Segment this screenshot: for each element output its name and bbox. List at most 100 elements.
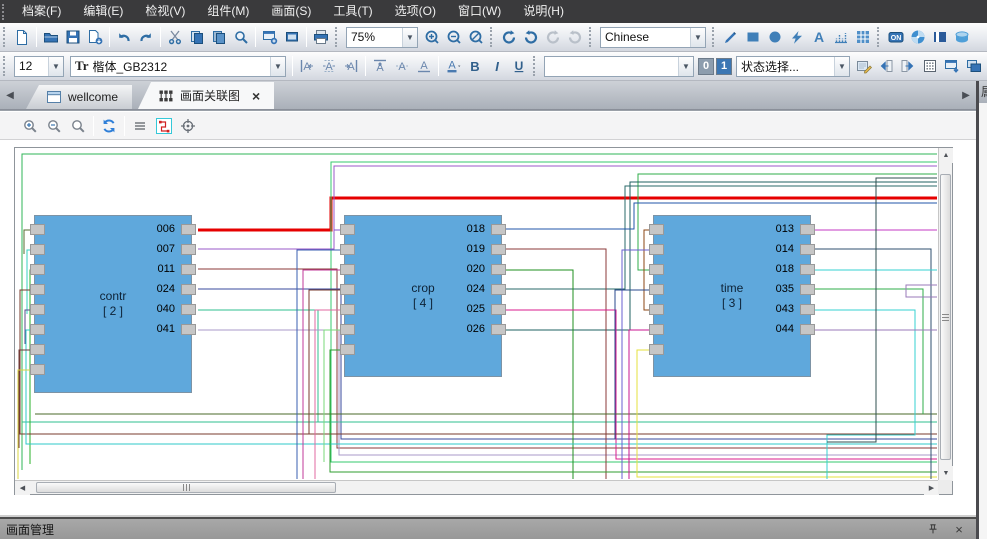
rotate-cw-disabled-icon[interactable] <box>542 26 564 48</box>
block-crop-right-pin-018[interactable] <box>491 224 506 235</box>
bold-icon[interactable]: B <box>464 55 486 77</box>
horizontal-scrollbar[interactable]: ◀ ▶ <box>15 480 939 494</box>
dzoom-out-icon[interactable] <box>43 115 65 137</box>
menu-item-8[interactable]: 窗口(W) <box>447 0 512 23</box>
bar-part-icon[interactable] <box>929 26 951 48</box>
font-color-icon[interactable]: A <box>442 55 464 77</box>
block-contr-left-pin-3[interactable] <box>30 264 45 275</box>
draw-table-icon[interactable] <box>852 26 874 48</box>
screen-open-icon[interactable] <box>281 26 303 48</box>
menu-item-3[interactable]: 检视(V) <box>134 0 196 23</box>
toolbar-main-grip[interactable] <box>490 27 495 47</box>
block-time-right-pin-018[interactable] <box>800 264 815 275</box>
block-time-right-pin-013[interactable] <box>800 224 815 235</box>
block-contr-left-pin-1[interactable] <box>30 224 45 235</box>
menu-item-9[interactable]: 说明(H) <box>512 0 575 23</box>
rotate-ccw-icon[interactable] <box>520 26 542 48</box>
align-top-icon[interactable]: A <box>369 55 391 77</box>
tab-scroll-right-button[interactable]: ▶ <box>958 85 974 105</box>
block-contr-right-pin-040[interactable] <box>181 304 196 315</box>
chevron-down-icon[interactable]: ▼ <box>678 57 693 76</box>
menu-item-1[interactable]: 档案(F) <box>11 0 72 23</box>
draw-line-icon[interactable] <box>720 26 742 48</box>
block-contr-left-pin-6[interactable] <box>30 324 45 335</box>
tab-scroll-left-button[interactable]: ◀ <box>2 85 18 105</box>
block-crop[interactable]: crop[ 4 ] <box>344 215 502 377</box>
screen-down-icon[interactable] <box>941 55 963 77</box>
align-center-icon[interactable]: A <box>318 55 340 77</box>
italic-icon[interactable]: I <box>486 55 508 77</box>
save-page-icon[interactable] <box>84 26 106 48</box>
paste-icon[interactable] <box>208 26 230 48</box>
block-crop-left-pin-6[interactable] <box>340 324 355 335</box>
vertical-scroll-thumb[interactable] <box>940 174 951 460</box>
undo-icon[interactable] <box>113 26 135 48</box>
screen-new-icon[interactable] <box>259 26 281 48</box>
draw-circle-icon[interactable] <box>764 26 786 48</box>
block-time-left-pin-3[interactable] <box>649 264 664 275</box>
block-time-left-pin-1[interactable] <box>649 224 664 235</box>
chevron-down-icon[interactable]: ▼ <box>270 57 285 76</box>
block-time[interactable]: time[ 3 ] <box>653 215 811 377</box>
font-size-combo[interactable]: 12▼ <box>14 56 64 77</box>
block-contr-right-pin-011[interactable] <box>181 264 196 275</box>
open-file-icon[interactable] <box>40 26 62 48</box>
chevron-down-icon[interactable]: ▼ <box>834 57 849 76</box>
scroll-right-icon[interactable]: ▶ <box>924 481 939 495</box>
cut-icon[interactable] <box>164 26 186 48</box>
chevron-down-icon[interactable]: ▼ <box>48 57 63 76</box>
zoom-fit-icon[interactable] <box>465 26 487 48</box>
block-contr-left-pin-2[interactable] <box>30 244 45 255</box>
toolbar-main-grip[interactable] <box>3 27 8 47</box>
toolbar-main-grip[interactable] <box>877 27 882 47</box>
close-icon[interactable]: × <box>950 521 968 537</box>
block-time-right-pin-014[interactable] <box>800 244 815 255</box>
toolbar-main-grip[interactable] <box>589 27 594 47</box>
draw-scale-icon[interactable] <box>830 26 852 48</box>
align-left-icon[interactable]: A <box>296 55 318 77</box>
block-crop-right-pin-019[interactable] <box>491 244 506 255</box>
onoff-button-icon[interactable]: ON <box>885 26 907 48</box>
align-middle-icon[interactable]: A <box>391 55 413 77</box>
state-0-button[interactable]: 0 <box>698 58 714 75</box>
zoom-out-icon[interactable] <box>443 26 465 48</box>
route-lines-icon[interactable] <box>153 115 175 137</box>
straight-lines-icon[interactable] <box>129 115 151 137</box>
dzoom-in-icon[interactable] <box>19 115 41 137</box>
block-crop-left-pin-1[interactable] <box>340 224 355 235</box>
menu-item-2[interactable]: 编辑(E) <box>72 0 134 23</box>
block-crop-right-pin-025[interactable] <box>491 304 506 315</box>
block-crop-right-pin-024[interactable] <box>491 284 506 295</box>
draw-rect-icon[interactable] <box>742 26 764 48</box>
block-contr-left-pin-8[interactable] <box>30 364 45 375</box>
language-combo[interactable]: Chinese▼ <box>600 27 706 48</box>
block-contr-right-pin-041[interactable] <box>181 324 196 335</box>
draw-text-icon[interactable]: A <box>808 26 830 48</box>
menu-item-4[interactable]: 组件(M) <box>196 0 260 23</box>
menubar-grip[interactable] <box>2 4 7 20</box>
toolbar-text-grip[interactable] <box>3 56 8 76</box>
block-crop-left-pin-2[interactable] <box>340 244 355 255</box>
chevron-down-icon[interactable]: ▼ <box>402 28 417 47</box>
horizontal-scroll-thumb[interactable] <box>36 482 336 493</box>
block-time-left-pin-6[interactable] <box>649 324 664 335</box>
diagram-canvas[interactable]: ▲ ▼ ◀ ▶ contr[ 2 ]006007011024040041crop… <box>14 147 953 495</box>
tank-part-icon[interactable] <box>951 26 973 48</box>
block-contr-left-pin-7[interactable] <box>30 344 45 355</box>
refresh-icon[interactable] <box>98 115 120 137</box>
block-contr-right-pin-007[interactable] <box>181 244 196 255</box>
state-next-icon[interactable] <box>897 55 919 77</box>
block-time-left-pin-2[interactable] <box>649 244 664 255</box>
copy-icon[interactable] <box>186 26 208 48</box>
find-icon[interactable] <box>230 26 252 48</box>
chevron-down-icon[interactable]: ▼ <box>690 28 705 47</box>
font-name-combo[interactable]: Tr楷体_GB2312▼ <box>70 56 286 77</box>
block-crop-left-pin-4[interactable] <box>340 284 355 295</box>
block-crop-right-pin-020[interactable] <box>491 264 506 275</box>
rotate-cw-icon[interactable] <box>498 26 520 48</box>
zoom-in-icon[interactable] <box>421 26 443 48</box>
block-contr-left-pin-5[interactable] <box>30 304 45 315</box>
toolbar-text-grip[interactable] <box>533 56 538 76</box>
scroll-up-icon[interactable]: ▲ <box>939 148 953 163</box>
block-time-left-pin-4[interactable] <box>649 284 664 295</box>
